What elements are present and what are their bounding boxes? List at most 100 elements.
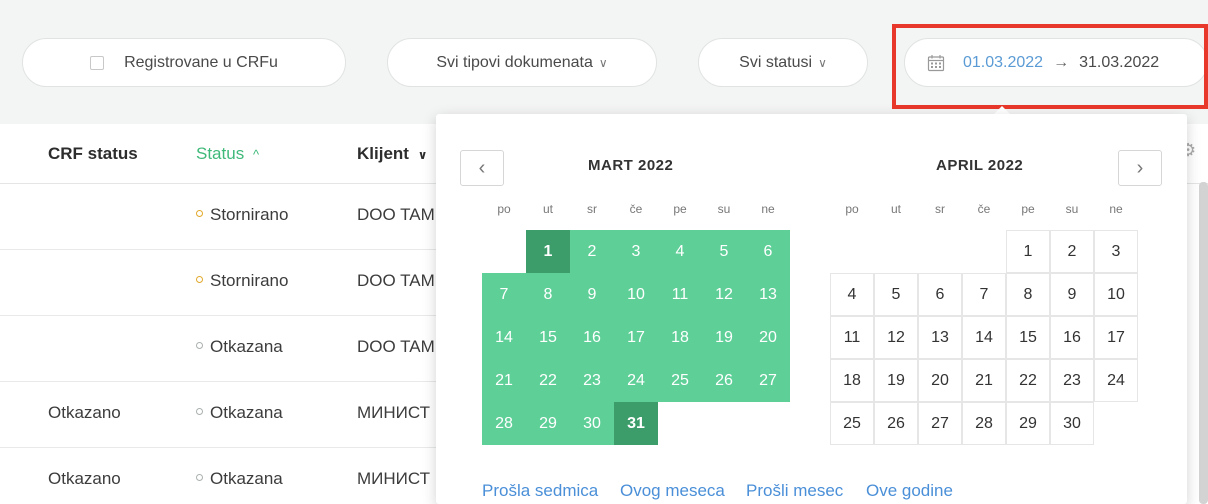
column-header-status[interactable]: Status ^	[196, 144, 259, 164]
calendar-day[interactable]: 17	[1094, 316, 1138, 359]
status-dot	[196, 342, 203, 350]
calendar-day[interactable]: 2	[1050, 230, 1094, 273]
calendar-day[interactable]: 3	[614, 230, 658, 273]
column-header-client[interactable]: Klijent ∨	[357, 144, 427, 164]
calendar-day[interactable]: 16	[1050, 316, 1094, 359]
calendar-day[interactable]: 13	[746, 273, 790, 316]
calendar-day[interactable]: 19	[702, 316, 746, 359]
calendar-day[interactable]: 8	[526, 273, 570, 316]
calendar-day[interactable]: 1	[1006, 230, 1050, 273]
calendar-day[interactable]: 10	[614, 273, 658, 316]
client-cell: DOO TAM	[357, 205, 435, 224]
registered-in-crf-filter[interactable]: Registrovane u CRFu	[22, 38, 346, 87]
calendar-day[interactable]: 29	[526, 402, 570, 445]
calendar-day[interactable]: 25	[658, 359, 702, 402]
calendar-day[interactable]: 16	[570, 316, 614, 359]
calendar-day[interactable]: 24	[1094, 359, 1138, 402]
calendar-day[interactable]: 23	[570, 359, 614, 402]
calendar-day[interactable]: 11	[658, 273, 702, 316]
table-row[interactable]: Otkazano Otkazana МИНИСТ	[0, 448, 440, 504]
calendar-day[interactable]: 12	[702, 273, 746, 316]
calendar-day[interactable]: 30	[570, 402, 614, 445]
calendar-day[interactable]: 19	[874, 359, 918, 402]
calendar-day[interactable]: 10	[1094, 273, 1138, 316]
calendar-day[interactable]: 15	[526, 316, 570, 359]
calendar-day[interactable]: 21	[482, 359, 526, 402]
document-types-dropdown[interactable]: Svi tipovi dokumenata ∨	[387, 38, 657, 87]
calendar-day[interactable]: 31	[614, 402, 658, 445]
calendar-day[interactable]: 12	[874, 316, 918, 359]
quick-range-link[interactable]: Prošli mesec	[746, 481, 843, 501]
calendar-day[interactable]: 14	[482, 316, 526, 359]
calendar-day[interactable]: 6	[746, 230, 790, 273]
calendar-day[interactable]: 7	[482, 273, 526, 316]
calendar-day[interactable]: 18	[830, 359, 874, 402]
table-row[interactable]: Otkazano Otkazana МИНИСТ	[0, 382, 440, 448]
calendar-day[interactable]: 20	[918, 359, 962, 402]
quick-range-link[interactable]: Prošla sedmica	[482, 481, 598, 501]
weekday-label: po	[845, 202, 859, 216]
status-text: Stornirano	[210, 271, 289, 290]
calendar-day[interactable]: 4	[658, 230, 702, 273]
quick-range-link[interactable]: Ove godine	[866, 481, 953, 501]
calendar-day[interactable]: 20	[746, 316, 790, 359]
calendar-day[interactable]: 1	[526, 230, 570, 273]
calendar-day[interactable]: 9	[1050, 273, 1094, 316]
statuses-dropdown[interactable]: Svi statusi ∨	[698, 38, 868, 87]
status-dot	[196, 474, 203, 482]
calendar-day[interactable]: 28	[482, 402, 526, 445]
registered-label: Registrovane u CRFu	[124, 53, 278, 71]
table-row[interactable]: Otkazana DOO TAM	[0, 316, 440, 382]
calendar-day[interactable]: 29	[1006, 402, 1050, 445]
status-dot	[196, 408, 203, 416]
calendar-day[interactable]: 26	[874, 402, 918, 445]
calendar-day[interactable]: 2	[570, 230, 614, 273]
scrollbar[interactable]	[1199, 182, 1208, 504]
calendar-day[interactable]: 6	[918, 273, 962, 316]
status-cell: Otkazana	[196, 337, 283, 357]
calendar-day[interactable]: 27	[918, 402, 962, 445]
quick-range-link[interactable]: Ovog meseca	[620, 481, 725, 501]
calendar-popover: ‹ › MART 2022 APRIL 2022 po po ut ut sr sr če č…	[436, 114, 1187, 504]
calendar-day[interactable]: 30	[1050, 402, 1094, 445]
calendar-day[interactable]: 3	[1094, 230, 1138, 273]
prev-month-button[interactable]: ‹	[460, 150, 504, 186]
next-month-button[interactable]: ›	[1118, 150, 1162, 186]
calendar-day[interactable]: 4	[830, 273, 874, 316]
weekday-label: sr	[935, 202, 945, 216]
calendar-day[interactable]: 18	[658, 316, 702, 359]
table-row[interactable]: Stornirano DOO TAM	[0, 184, 440, 250]
calendar-day[interactable]: 14	[962, 316, 1006, 359]
status-dot	[196, 210, 203, 218]
column-header-crf-status[interactable]: CRF status	[48, 144, 138, 164]
calendar-day[interactable]: 27	[746, 359, 790, 402]
weekday-label: ne	[761, 202, 775, 216]
calendar-day[interactable]: 13	[918, 316, 962, 359]
status-cell: Otkazana	[196, 403, 283, 423]
calendar-day[interactable]: 22	[1006, 359, 1050, 402]
weekday-label: ut	[542, 202, 553, 216]
registered-checkbox[interactable]	[90, 55, 105, 70]
calendar-day[interactable]: 23	[1050, 359, 1094, 402]
calendar-day[interactable]: 11	[830, 316, 874, 359]
status-text: Otkazana	[210, 337, 283, 356]
weekday-label: ut	[890, 202, 901, 216]
weekday-label: pe	[1021, 202, 1035, 216]
calendar-day[interactable]: 25	[830, 402, 874, 445]
calendar-day[interactable]: 22	[526, 359, 570, 402]
calendar-day[interactable]: 7	[962, 273, 1006, 316]
calendar-day[interactable]: 8	[1006, 273, 1050, 316]
calendar-day[interactable]: 21	[962, 359, 1006, 402]
calendar-day[interactable]: 24	[614, 359, 658, 402]
calendar-day[interactable]: 5	[874, 273, 918, 316]
calendar-day[interactable]: 9	[570, 273, 614, 316]
calendar-day[interactable]: 26	[702, 359, 746, 402]
calendar-day[interactable]: 5	[702, 230, 746, 273]
right-month-title: APRIL 2022	[936, 157, 1024, 174]
weekday-label: pe	[673, 202, 687, 216]
calendar-day[interactable]: 28	[962, 402, 1006, 445]
document-types-label: Svi tipovi dokumenata	[436, 53, 593, 71]
calendar-day[interactable]: 15	[1006, 316, 1050, 359]
calendar-day[interactable]: 17	[614, 316, 658, 359]
table-row[interactable]: Stornirano DOO TAM	[0, 250, 440, 316]
